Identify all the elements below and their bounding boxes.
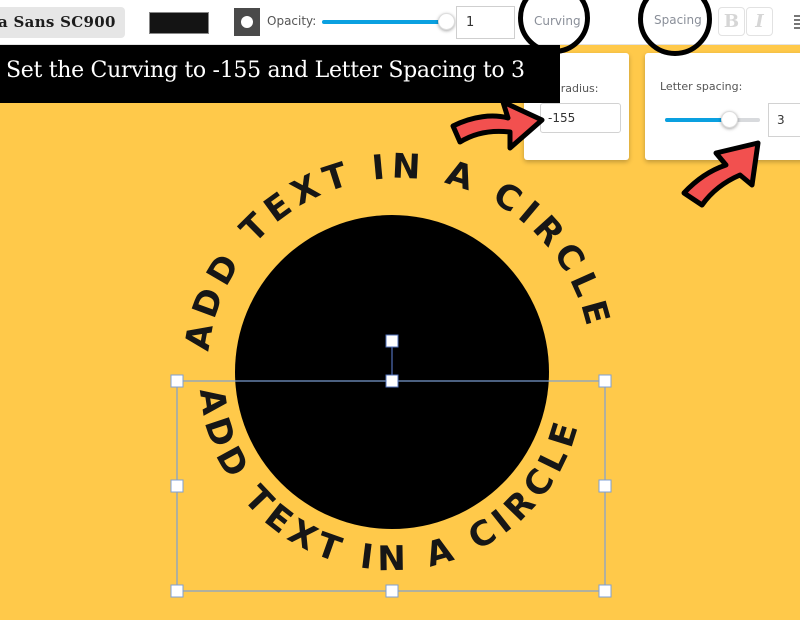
- opacity-input[interactable]: 1: [456, 6, 515, 39]
- arrow-icon-curving: [450, 99, 545, 151]
- opacity-slider-track[interactable]: [322, 20, 447, 24]
- letter-spacing-label: Letter spacing:: [660, 80, 743, 93]
- rotate-handle[interactable]: [385, 334, 399, 348]
- letter-spacing-input[interactable]: 3: [768, 103, 800, 137]
- resize-handle-top-right[interactable]: [598, 374, 612, 388]
- circle-icon: [241, 16, 253, 28]
- resize-handle-bottom-center[interactable]: [385, 584, 399, 598]
- font-family-select[interactable]: a Sans SC900: [0, 7, 125, 38]
- resize-handle-bottom-left[interactable]: [170, 584, 184, 598]
- resize-handle-top-left[interactable]: [170, 374, 184, 388]
- curve-radius-input[interactable]: -155: [540, 103, 621, 133]
- letter-spacing-slider-thumb[interactable]: [720, 111, 738, 128]
- more-options-icon[interactable]: [794, 15, 800, 29]
- letter-spacing-slider-fill: [665, 118, 729, 122]
- letter-spacing-slider-track[interactable]: [665, 111, 760, 128]
- resize-handle-top-center[interactable]: [385, 374, 399, 388]
- opacity-label: Opacity:: [267, 14, 317, 28]
- resize-handle-middle-right[interactable]: [598, 479, 612, 493]
- shape-button[interactable]: [234, 8, 260, 36]
- resize-handle-bottom-right[interactable]: [598, 584, 612, 598]
- bold-button[interactable]: B: [718, 7, 745, 36]
- resize-handle-middle-left[interactable]: [170, 479, 184, 493]
- arrow-icon-spacing: [681, 140, 761, 208]
- italic-button[interactable]: I: [746, 7, 773, 36]
- text-color-swatch[interactable]: [149, 12, 209, 34]
- opacity-slider-thumb[interactable]: [438, 13, 455, 30]
